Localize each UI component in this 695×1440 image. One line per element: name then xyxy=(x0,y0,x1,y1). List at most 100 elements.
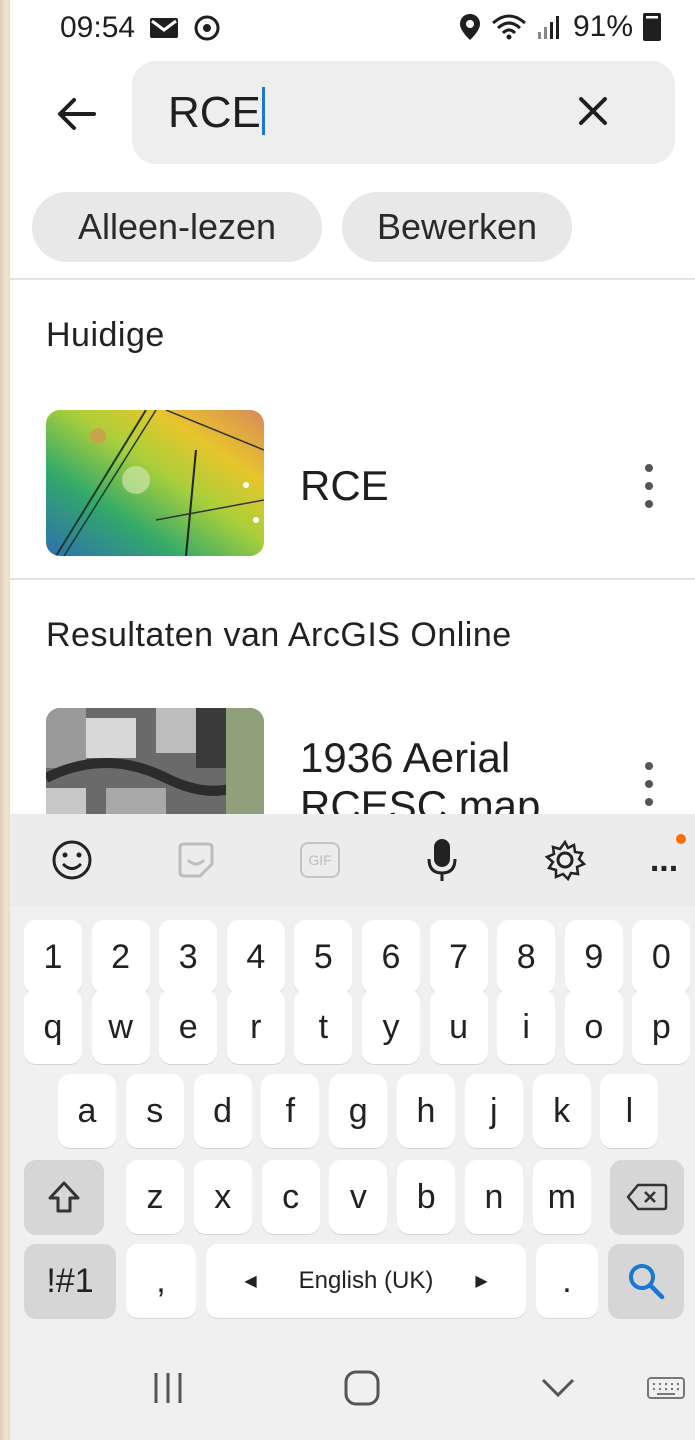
arrow-left-icon xyxy=(58,98,96,130)
period-key[interactable]: . xyxy=(536,1244,598,1318)
more-dot xyxy=(645,482,653,490)
key-z[interactable]: z xyxy=(126,1160,184,1234)
recent-apps-button[interactable] xyxy=(148,1368,188,1408)
search-query-text: RCE xyxy=(168,87,265,138)
key-d[interactable]: d xyxy=(193,1074,252,1148)
home-icon xyxy=(344,1370,380,1406)
key-6[interactable]: 6 xyxy=(362,920,420,994)
backspace-icon xyxy=(626,1183,668,1211)
key-l[interactable]: l xyxy=(600,1074,659,1148)
key-m[interactable]: m xyxy=(532,1160,591,1234)
key-n[interactable]: n xyxy=(465,1160,523,1234)
key-9[interactable]: 9 xyxy=(564,920,623,994)
search-icon xyxy=(629,1264,665,1300)
key-g[interactable]: g xyxy=(329,1074,388,1148)
sticker-button[interactable] xyxy=(172,836,220,884)
more-options-button[interactable] xyxy=(636,464,662,508)
key-a[interactable]: a xyxy=(58,1074,116,1148)
key-b[interactable]: b xyxy=(397,1160,456,1234)
key-0[interactable]: 0 xyxy=(632,920,691,994)
key-r[interactable]: r xyxy=(226,990,285,1064)
key-k[interactable]: k xyxy=(532,1074,591,1148)
clear-search-button[interactable] xyxy=(571,89,615,133)
key-u[interactable]: u xyxy=(429,990,488,1064)
space-key[interactable]: ◀ English (UK) ▶ xyxy=(206,1244,526,1318)
language-prev-icon: ◀ xyxy=(244,1273,257,1290)
more-toolbar-button[interactable]: ... xyxy=(644,834,686,884)
divider xyxy=(10,578,695,580)
recent-apps-icon xyxy=(154,1373,182,1403)
key-w[interactable]: w xyxy=(91,990,150,1064)
phone-screen: 09:54 91% RCE Alleen-lezen Bewerken Huid… xyxy=(10,0,695,1440)
key-e[interactable]: e xyxy=(159,990,218,1064)
status-time: 09:54 xyxy=(60,11,136,44)
symbols-key[interactable]: !#1 xyxy=(24,1244,116,1318)
key-h[interactable]: h xyxy=(397,1074,455,1148)
more-dot xyxy=(645,500,653,508)
key-8[interactable]: 8 xyxy=(497,920,556,994)
keyboard-icon xyxy=(647,1377,685,1399)
voice-input-button[interactable] xyxy=(422,836,462,884)
comma-key[interactable]: , xyxy=(126,1244,196,1318)
section-title-current: Huidige xyxy=(46,316,165,354)
key-o[interactable]: o xyxy=(564,990,623,1064)
mail-icon xyxy=(149,16,179,40)
microphone-icon xyxy=(427,839,457,881)
keyboard-switch-button[interactable] xyxy=(644,1368,688,1408)
sticker-icon xyxy=(178,842,214,878)
gif-button[interactable]: GIF xyxy=(296,836,344,884)
key-p[interactable]: p xyxy=(632,990,691,1064)
key-f[interactable]: f xyxy=(261,1074,320,1148)
home-button[interactable] xyxy=(342,1368,382,1408)
wifi-icon xyxy=(491,13,527,41)
key-v[interactable]: v xyxy=(329,1160,388,1234)
notification-dot xyxy=(676,834,686,844)
key-4[interactable]: 4 xyxy=(226,920,285,994)
battery-icon xyxy=(643,13,661,41)
more-options-button[interactable] xyxy=(636,762,662,806)
more-dot xyxy=(645,780,653,788)
sync-icon xyxy=(193,14,221,42)
backspace-key[interactable] xyxy=(610,1160,684,1234)
section-title-online: Resultaten van ArcGIS Online xyxy=(46,616,512,654)
space-language-label: English (UK) xyxy=(298,1267,434,1294)
keyboard-settings-button[interactable] xyxy=(542,836,588,884)
key-x[interactable]: x xyxy=(193,1160,252,1234)
key-t[interactable]: t xyxy=(294,990,353,1064)
gif-icon: GIF xyxy=(300,842,340,878)
chip-read-only[interactable]: Alleen-lezen xyxy=(32,192,322,262)
search-input[interactable]: RCE xyxy=(132,61,675,164)
key-i[interactable]: i xyxy=(497,990,556,1064)
system-navigation-bar xyxy=(10,1334,695,1440)
search-action-key[interactable] xyxy=(608,1244,684,1318)
keyboard-toolbar: GIF ... xyxy=(10,814,695,906)
key-3[interactable]: 3 xyxy=(159,920,218,994)
key-2[interactable]: 2 xyxy=(91,920,150,994)
signal-icon xyxy=(537,14,563,40)
key-s[interactable]: s xyxy=(125,1074,184,1148)
key-j[interactable]: j xyxy=(464,1074,523,1148)
map-thumbnail[interactable] xyxy=(46,410,264,556)
chevron-down-icon xyxy=(541,1378,575,1398)
key-q[interactable]: q xyxy=(24,990,82,1064)
divider xyxy=(10,278,695,280)
emoji-button[interactable] xyxy=(48,836,96,884)
more-vertical-icon xyxy=(645,464,653,472)
status-bar: 09:54 91% xyxy=(10,0,695,56)
close-icon xyxy=(579,97,607,125)
aerial-thumbnail[interactable] xyxy=(46,708,264,828)
key-5[interactable]: 5 xyxy=(294,920,353,994)
more-dot xyxy=(645,798,653,806)
key-1[interactable]: 1 xyxy=(24,920,82,994)
location-icon xyxy=(459,13,481,41)
result-title-current[interactable]: RCE xyxy=(300,462,389,510)
key-c[interactable]: c xyxy=(261,1160,320,1234)
hide-keyboard-button[interactable] xyxy=(538,1368,578,1408)
gear-icon xyxy=(544,839,586,881)
key-7[interactable]: 7 xyxy=(429,920,488,994)
back-button[interactable] xyxy=(46,88,106,140)
key-y[interactable]: y xyxy=(362,990,420,1064)
chip-edit[interactable]: Bewerken xyxy=(342,192,572,262)
battery-percent: 91% xyxy=(572,10,633,43)
shift-key[interactable] xyxy=(24,1160,104,1234)
